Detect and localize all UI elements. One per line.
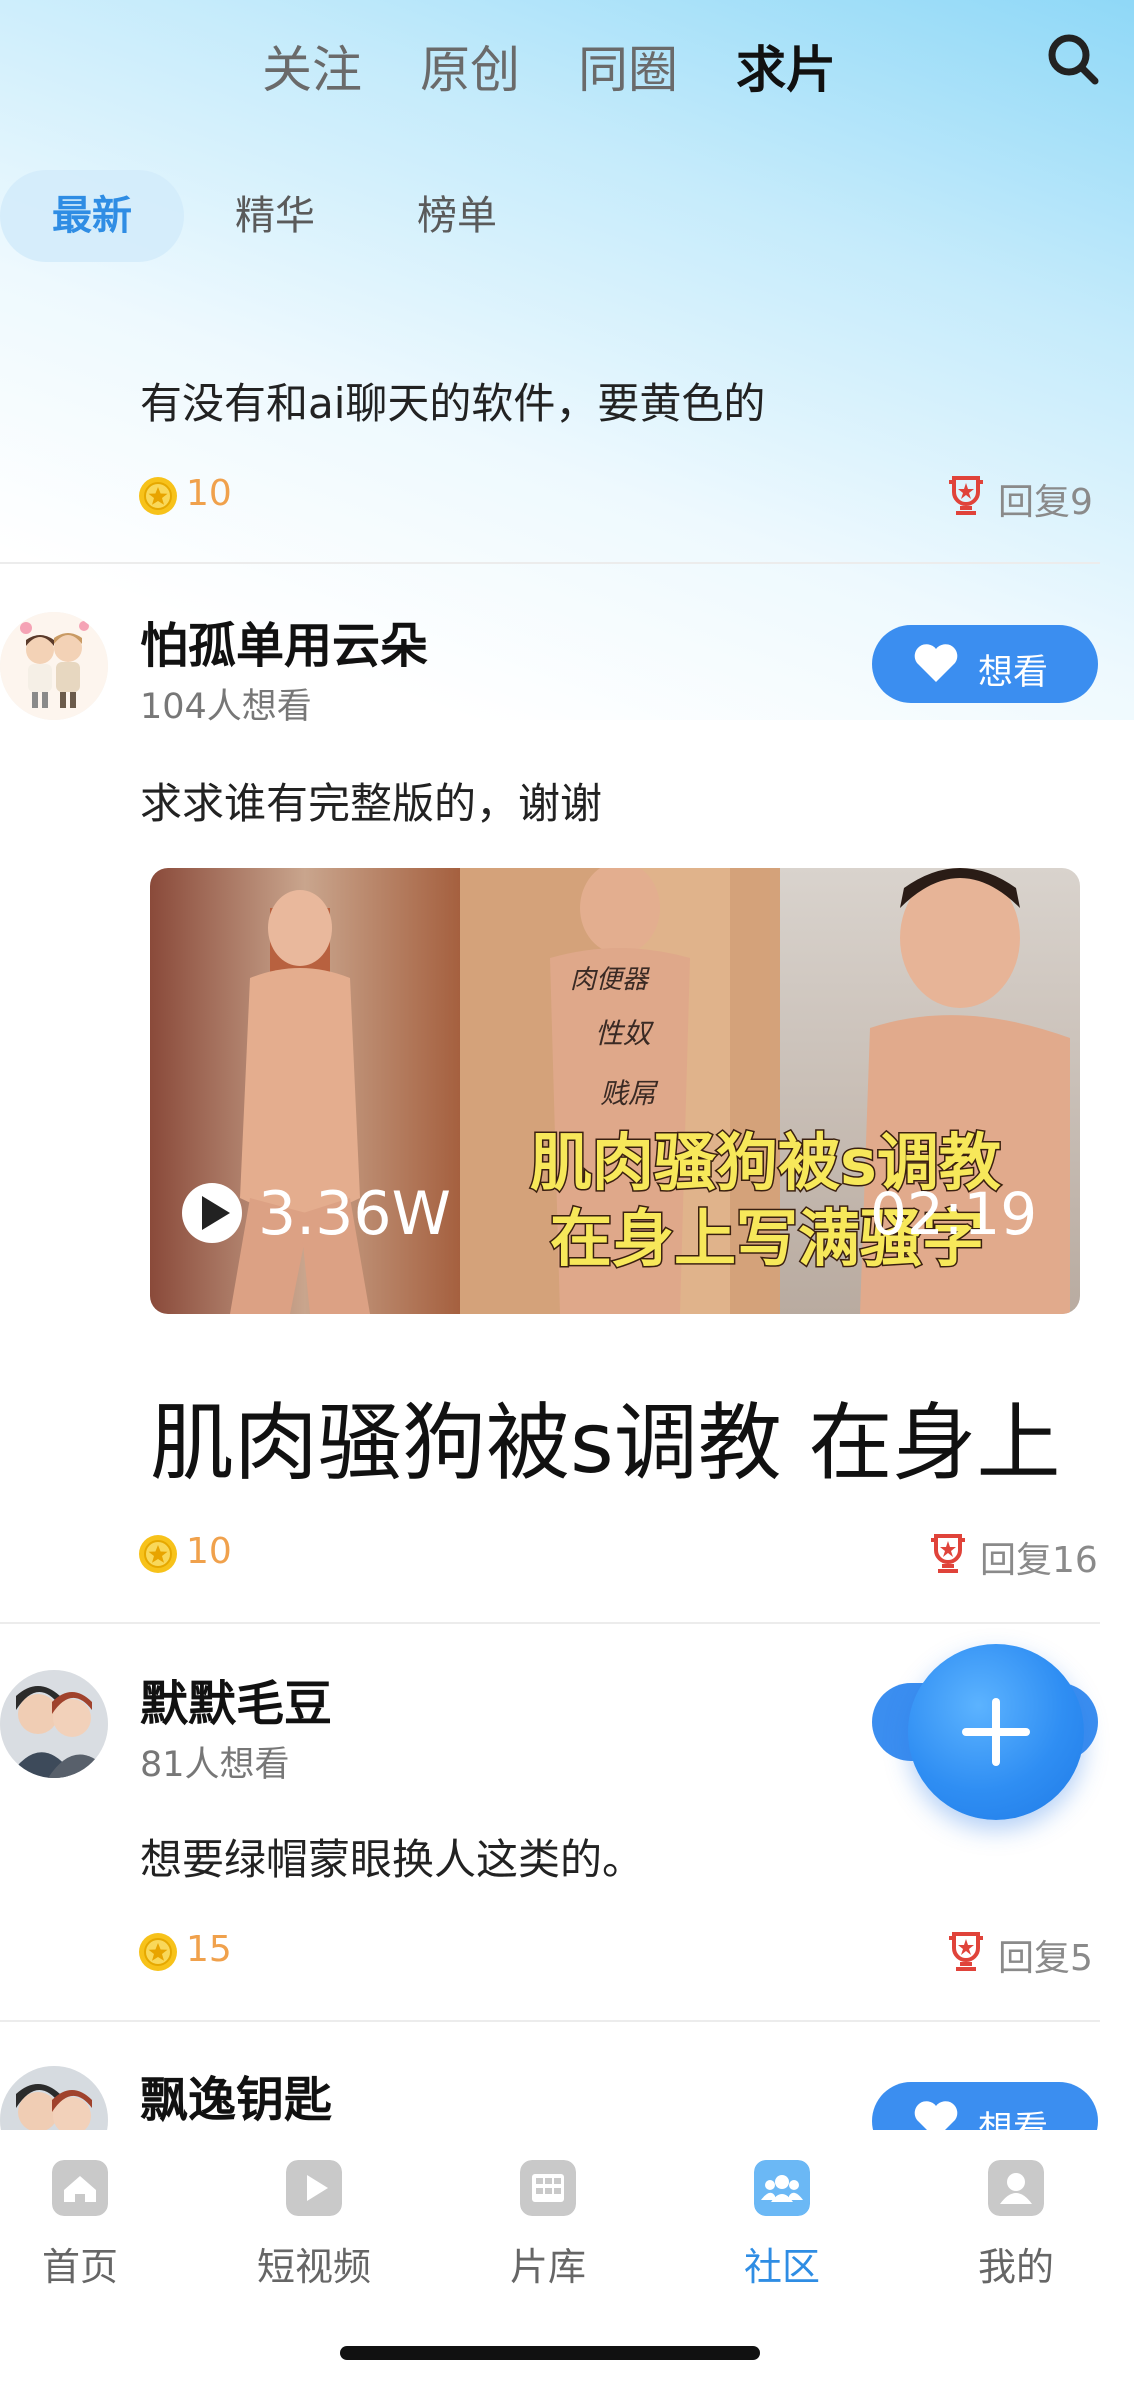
video-duration: 02:19 — [870, 1180, 1037, 1248]
divider — [0, 2020, 1100, 2022]
subtab-featured[interactable]: 精华 — [200, 170, 350, 262]
avatar[interactable] — [0, 1670, 108, 1778]
library-icon — [520, 2160, 576, 2216]
video-title: 肌肉骚狗被s调教 在身上 — [150, 1394, 1061, 1492]
tab-follow[interactable]: 关注 — [262, 30, 362, 102]
tab-circle[interactable]: 同圈 — [578, 30, 678, 102]
tab-home[interactable]: 首页 — [0, 2160, 160, 2291]
post-text: 求求谁有完整版的，谢谢 — [140, 779, 603, 828]
avatar[interactable] — [0, 612, 108, 720]
want-count: 104人想看 — [140, 687, 312, 727]
username[interactable]: 默默毛豆 — [140, 1664, 332, 1734]
svg-text:贱屌: 贱屌 — [600, 1077, 659, 1110]
coin-value: 10 — [186, 1531, 232, 1572]
coin-value: 10 — [186, 473, 232, 514]
tab-label: 首页 — [41, 2245, 118, 2289]
reply-count[interactable]: 回复5 — [998, 1929, 1093, 1981]
svg-text:性奴: 性奴 — [595, 1017, 654, 1050]
tab-request[interactable]: 求片 — [736, 30, 836, 102]
coin-icon — [139, 477, 177, 515]
reply-count[interactable]: 回复16 — [980, 1531, 1098, 1583]
tab-label: 社区 — [743, 2245, 820, 2289]
subtab-latest[interactable]: 最新 — [0, 170, 184, 262]
tab-short-video[interactable]: 短视频 — [234, 2160, 394, 2291]
username[interactable]: 怕孤单用云朵 — [140, 606, 428, 676]
add-post-button[interactable] — [908, 1644, 1084, 1820]
post-text: 想要绿帽蒙眼换人这类的。 — [140, 1835, 645, 1884]
play-icon — [286, 2160, 342, 2216]
divider — [0, 562, 1100, 564]
bottom-tab-bar: 首页 短视频 片库 社区 我的 — [0, 2130, 1134, 2391]
community-icon — [754, 2160, 810, 2216]
want-count: 81人想看 — [140, 1745, 290, 1785]
post-text: 有没有和ai聊天的软件，要黄色的 — [140, 379, 766, 428]
video-thumbnail-image: 肉便器 性奴 贱屌 肌肉骚狗被s调教 在身上写满骚字 3.36W 02:19 — [150, 868, 1080, 1314]
username[interactable]: 飘逸钥匙 — [140, 2060, 332, 2130]
profile-icon — [988, 2160, 1044, 2216]
tab-label: 我的 — [977, 2245, 1054, 2289]
home-icon — [52, 2160, 108, 2216]
reply-icon — [931, 1534, 965, 1573]
avatar-image — [0, 1670, 108, 1778]
home-indicator — [340, 2346, 760, 2360]
tab-original[interactable]: 原创 — [420, 30, 520, 102]
coin-icon — [139, 1535, 177, 1573]
coin-value: 15 — [186, 1929, 232, 1970]
video-play-count: 3.36W — [258, 1179, 451, 1249]
tab-label: 短视频 — [256, 2245, 371, 2289]
tab-library[interactable]: 片库 — [468, 2160, 628, 2291]
tab-profile[interactable]: 我的 — [936, 2160, 1096, 2291]
want-button[interactable]: 想看 — [872, 625, 1098, 703]
svg-text:肉便器: 肉便器 — [570, 965, 650, 995]
avatar-image — [0, 612, 108, 720]
coin-icon — [139, 1933, 177, 1971]
sub-tab-bar: 最新 精华 榜单 — [0, 170, 1134, 266]
heart-icon — [914, 644, 958, 682]
reply-icon — [949, 476, 983, 515]
divider — [0, 1622, 1100, 1624]
tab-label: 片库 — [509, 2245, 586, 2289]
top-tab-bar: 关注 原创 同圈 求片 — [0, 0, 1134, 120]
search-icon[interactable] — [1046, 32, 1100, 86]
subtab-ranking[interactable]: 榜单 — [382, 170, 532, 262]
video-thumbnail[interactable]: 肉便器 性奴 贱屌 肌肉骚狗被s调教 在身上写满骚字 3.36W 02:19 — [150, 868, 1080, 1314]
reply-icon — [949, 1932, 983, 1971]
want-button-label: 想看 — [978, 653, 1049, 693]
plus-icon — [962, 1698, 1030, 1766]
reply-count[interactable]: 回复9 — [998, 473, 1093, 525]
tab-community[interactable]: 社区 — [702, 2160, 862, 2291]
